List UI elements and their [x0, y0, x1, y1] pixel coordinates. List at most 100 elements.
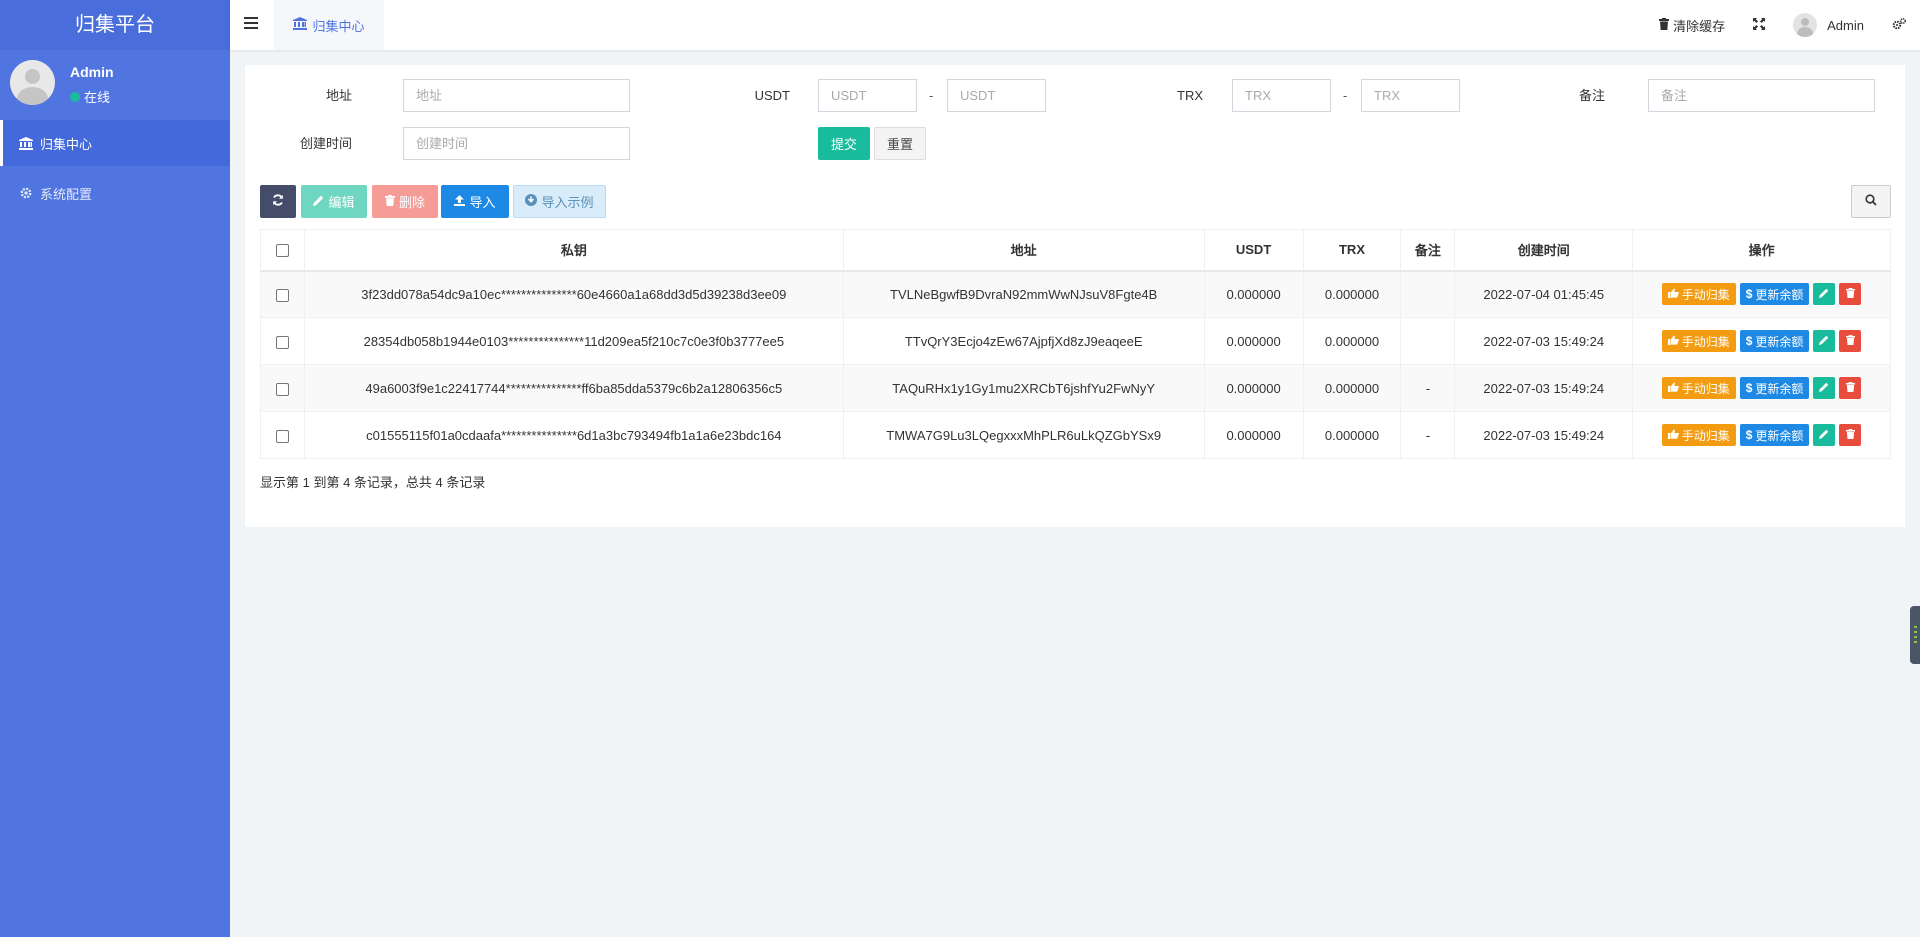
row-select-cell: [260, 270, 305, 318]
column-header-trx[interactable]: TRX: [1302, 229, 1402, 272]
cell-trx: 0.000000: [1302, 364, 1402, 412]
cell-actions: 手动归集 $ 更新余额: [1632, 364, 1891, 412]
created-label: 创建时间: [299, 136, 352, 151]
bank-icon: [293, 17, 308, 33]
edit-button[interactable]: 编辑: [301, 185, 367, 218]
select-all-checkbox[interactable]: [275, 244, 289, 258]
cell-created: 2022-07-03 15:49:24: [1454, 364, 1634, 412]
delete-button[interactable]: 删除: [372, 185, 438, 218]
topbar: 归集中心 清除缓存 Admin: [230, 0, 1920, 50]
cell-usdt: 0.000000: [1203, 317, 1304, 365]
row-delete-button[interactable]: [1839, 377, 1862, 399]
row-checkbox[interactable]: [275, 382, 289, 396]
manual-collect-button[interactable]: 手动归集: [1661, 377, 1736, 399]
remark-input[interactable]: [1648, 79, 1875, 112]
cell-usdt: 0.000000: [1203, 411, 1304, 459]
cell-actions: 手动归集 $ 更新余额: [1632, 270, 1891, 318]
user-name: Admin: [70, 64, 114, 80]
table-row: 28354db058b1944e0103***************11d20…: [260, 317, 1891, 365]
row-checkbox[interactable]: [275, 288, 289, 302]
update-balance-label: 更新余额: [1755, 334, 1804, 349]
usdt-min-input[interactable]: [818, 79, 917, 112]
trx-max-input[interactable]: [1361, 79, 1460, 112]
settings-button[interactable]: [1878, 0, 1920, 50]
import-label: 导入: [469, 195, 496, 210]
cell-remark: [1400, 317, 1456, 365]
tab-collect-center[interactable]: 归集中心: [274, 0, 384, 50]
import-example-button[interactable]: 导入示例: [513, 185, 606, 218]
cell-remark: -: [1400, 411, 1456, 459]
fullscreen-button[interactable]: [1739, 0, 1779, 50]
update-balance-button[interactable]: $ 更新余额: [1739, 330, 1810, 352]
cell-private-key: 49a6003f9e1c22417744***************ff6ba…: [303, 364, 844, 412]
column-header-remark[interactable]: 备注: [1400, 229, 1456, 272]
update-balance-label: 更新余额: [1755, 381, 1804, 396]
row-checkbox[interactable]: [275, 335, 289, 349]
pagination-info: 显示第 1 到第 4 条记录，总共 4 条记录: [260, 475, 486, 490]
online-dot-icon: [70, 91, 80, 102]
update-balance-button[interactable]: $ 更新余额: [1739, 377, 1810, 399]
address-label: 地址: [325, 88, 352, 103]
dollar-icon: $: [1745, 334, 1753, 348]
update-balance-button[interactable]: $ 更新余额: [1739, 283, 1810, 306]
delete-label: 删除: [398, 195, 425, 210]
refresh-button[interactable]: [260, 185, 296, 218]
row-delete-button[interactable]: [1839, 424, 1862, 446]
hand-point-icon: [1667, 381, 1679, 395]
column-header-private-key[interactable]: 私钥: [303, 229, 844, 272]
trx-range-separator: -: [1343, 88, 1348, 103]
cell-actions: 手动归集 $ 更新余额: [1632, 411, 1891, 459]
usdt-max-input[interactable]: [947, 79, 1046, 112]
manual-collect-label: 手动归集: [1681, 381, 1730, 396]
sidebar: 归集平台 Admin 在线 归集中心 系统配置: [0, 0, 230, 937]
row-checkbox[interactable]: [275, 429, 289, 443]
manual-collect-label: 手动归集: [1681, 334, 1730, 349]
column-header-usdt[interactable]: USDT: [1203, 229, 1304, 272]
address-input[interactable]: [403, 79, 630, 112]
manual-collect-button[interactable]: 手动归集: [1661, 424, 1736, 446]
submit-button[interactable]: 提交: [818, 127, 870, 160]
table-search-button[interactable]: [1851, 185, 1891, 218]
column-header-created[interactable]: 创建时间: [1454, 229, 1634, 272]
gear-icon: [18, 187, 34, 199]
cell-remark: [1400, 270, 1456, 318]
cell-usdt: 0.000000: [1203, 270, 1304, 318]
clear-cache-button[interactable]: 清除缓存: [1645, 0, 1739, 50]
topbar-actions: 清除缓存 Admin: [1645, 0, 1920, 50]
row-edit-button[interactable]: [1813, 377, 1836, 399]
brand-logo[interactable]: 归集平台: [0, 0, 230, 50]
table-header-row: 私钥 地址 USDT TRX 备注 创建时间 操作: [260, 229, 1891, 272]
trash-icon: [1659, 17, 1670, 33]
import-button[interactable]: 导入: [441, 185, 509, 218]
filter-row-1: 地址 USDT - TRX - 备注: [245, 79, 1905, 113]
admin-menu[interactable]: Admin: [1779, 0, 1878, 50]
main-panel: 地址 USDT - TRX - 备注 创建时间 提交 重置 编辑: [245, 65, 1905, 527]
reset-button[interactable]: 重置: [874, 127, 926, 160]
row-edit-button[interactable]: [1813, 330, 1836, 352]
hand-point-icon: [1667, 334, 1679, 348]
row-delete-button[interactable]: [1839, 330, 1862, 352]
manual-collect-button[interactable]: 手动归集: [1661, 330, 1736, 352]
trx-min-input[interactable]: [1232, 79, 1331, 112]
select-all-cell: [260, 229, 305, 272]
avatar: [1793, 13, 1818, 37]
sidebar-item-collect-center[interactable]: 归集中心: [0, 120, 230, 166]
cell-created: 2022-07-04 01:45:45: [1454, 270, 1634, 318]
tab-label: 归集中心: [312, 18, 365, 34]
floating-side-tab[interactable]: [1910, 606, 1920, 664]
row-delete-button[interactable]: [1839, 283, 1862, 306]
created-time-input[interactable]: [403, 127, 630, 160]
menu-toggle-icon[interactable]: [244, 17, 258, 29]
pencil-icon: [1819, 381, 1829, 395]
usdt-label: USDT: [754, 88, 790, 103]
row-edit-button[interactable]: [1813, 283, 1836, 306]
manual-collect-button[interactable]: 手动归集: [1661, 283, 1736, 306]
update-balance-button[interactable]: $ 更新余额: [1739, 424, 1810, 446]
row-edit-button[interactable]: [1813, 424, 1836, 446]
cell-usdt: 0.000000: [1203, 364, 1304, 412]
cell-address: TTvQrY3Ecjo4zEw67AjpfjXd8zJ9eaqeeE: [842, 317, 1205, 365]
sidebar-item-system-config[interactable]: 系统配置: [0, 170, 230, 216]
pencil-icon: [1819, 428, 1829, 442]
status-text: 在线: [84, 90, 111, 105]
column-header-address[interactable]: 地址: [842, 229, 1205, 272]
